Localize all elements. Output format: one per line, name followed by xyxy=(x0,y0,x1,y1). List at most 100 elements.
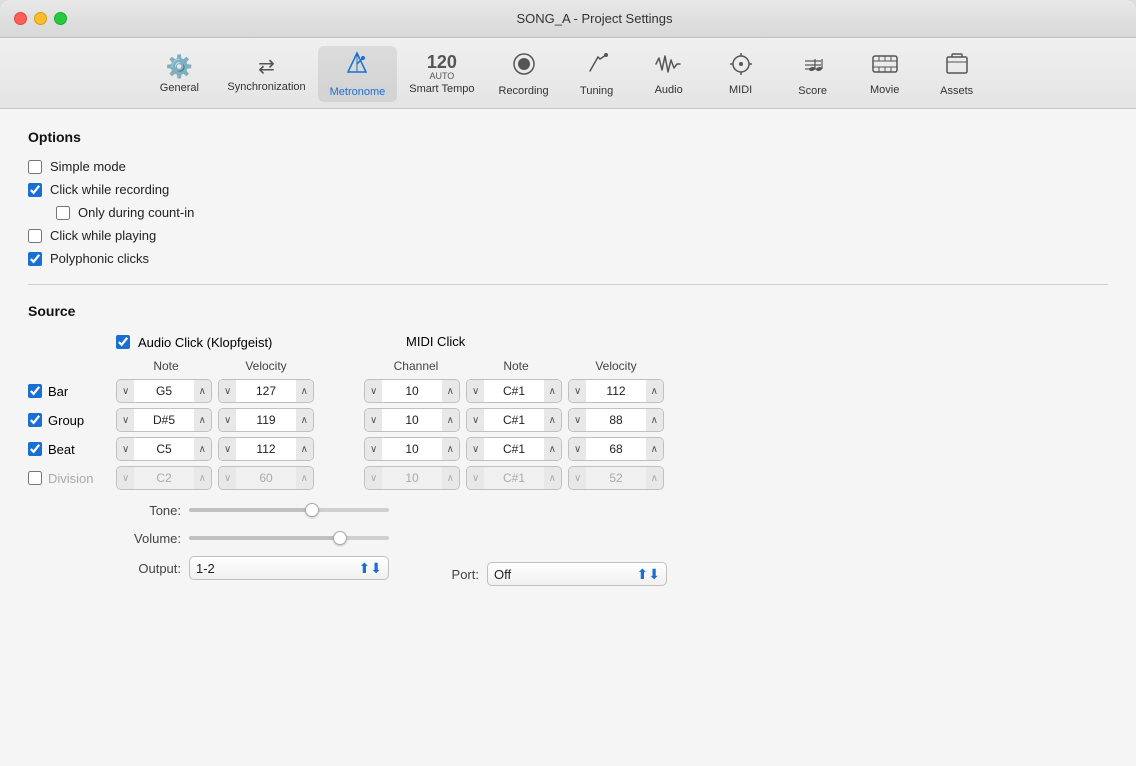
group-channel-down[interactable]: ∨ xyxy=(365,409,382,431)
group-midi-velocity-down[interactable]: ∨ xyxy=(569,409,586,431)
group-note-down[interactable]: ∨ xyxy=(117,409,134,431)
port-label: Port: xyxy=(439,567,479,582)
bar-note-value: G5 xyxy=(134,384,193,398)
division-channel-spinner[interactable]: ∨ 10 ∧ xyxy=(364,466,460,490)
group-row: Group ∨ D#5 ∧ ∨ 119 ∧ ∨ 10 ∧ xyxy=(28,408,1108,432)
group-checkbox[interactable] xyxy=(28,413,42,427)
audio-click-checkbox[interactable] xyxy=(116,335,130,349)
beat-midi-velocity-spinner[interactable]: ∨ 68 ∧ xyxy=(568,437,664,461)
tab-audio[interactable]: Audio xyxy=(633,48,705,100)
tab-movie[interactable]: Movie xyxy=(849,48,921,100)
group-velocity-spinner[interactable]: ∨ 119 ∧ xyxy=(218,408,314,432)
group-note-up[interactable]: ∧ xyxy=(194,409,211,431)
bar-midi-velocity-value: 112 xyxy=(586,384,645,398)
only-during-count-in-checkbox[interactable] xyxy=(56,206,70,220)
division-midi-note-up[interactable]: ∧ xyxy=(544,467,561,489)
beat-channel-spinner[interactable]: ∨ 10 ∧ xyxy=(364,437,460,461)
beat-note-up[interactable]: ∧ xyxy=(194,438,211,460)
group-velocity-value: 119 xyxy=(236,413,295,427)
group-midi-velocity-up[interactable]: ∧ xyxy=(646,409,663,431)
beat-checkbox[interactable] xyxy=(28,442,42,456)
tone-slider[interactable] xyxy=(189,500,389,520)
simple-mode-checkbox[interactable] xyxy=(28,160,42,174)
volume-slider[interactable] xyxy=(189,528,389,548)
beat-velocity-spinner[interactable]: ∨ 112 ∧ xyxy=(218,437,314,461)
tab-tuning[interactable]: Tuning xyxy=(561,47,633,101)
maximize-button[interactable] xyxy=(54,12,67,25)
port-select[interactable]: Off ⬆⬇ xyxy=(487,562,667,586)
bar-channel-spinner[interactable]: ∨ 10 ∧ xyxy=(364,379,460,403)
bar-channel-up[interactable]: ∧ xyxy=(442,380,459,402)
beat-note-down[interactable]: ∨ xyxy=(117,438,134,460)
bar-velocity-spinner[interactable]: ∨ 127 ∧ xyxy=(218,379,314,403)
division-note-spinner[interactable]: ∨ C2 ∧ xyxy=(116,466,212,490)
simple-mode-label: Simple mode xyxy=(50,159,126,174)
click-while-recording-checkbox[interactable] xyxy=(28,183,42,197)
beat-velocity-up[interactable]: ∧ xyxy=(296,438,313,460)
division-velocity-spinner[interactable]: ∨ 60 ∧ xyxy=(218,466,314,490)
beat-channel-down[interactable]: ∨ xyxy=(365,438,382,460)
division-midi-note-spinner[interactable]: ∨ C#1 ∧ xyxy=(466,466,562,490)
tab-score[interactable]: Score xyxy=(777,47,849,101)
click-while-playing-checkbox[interactable] xyxy=(28,229,42,243)
close-button[interactable] xyxy=(14,12,27,25)
polyphonic-clicks-checkbox[interactable] xyxy=(28,252,42,266)
bar-note-up[interactable]: ∧ xyxy=(194,380,211,402)
beat-midi-note-up[interactable]: ∧ xyxy=(544,438,561,460)
division-channel-value: 10 xyxy=(382,471,441,485)
division-checkbox[interactable] xyxy=(28,471,42,485)
bar-note-spinner[interactable]: ∨ G5 ∧ xyxy=(116,379,212,403)
bar-row: Bar ∨ G5 ∧ ∨ 127 ∧ ∨ 10 ∧ xyxy=(28,379,1108,403)
group-midi-note-spinner[interactable]: ∨ C#1 ∧ xyxy=(466,408,562,432)
tab-recording[interactable]: Recording xyxy=(487,47,561,101)
group-velocity-up[interactable]: ∧ xyxy=(296,409,313,431)
beat-note-spinner[interactable]: ∨ C5 ∧ xyxy=(116,437,212,461)
beat-midi-note-spinner[interactable]: ∨ C#1 ∧ xyxy=(466,437,562,461)
division-note-up[interactable]: ∧ xyxy=(194,467,211,489)
bar-checkbox[interactable] xyxy=(28,384,42,398)
beat-midi-velocity-up[interactable]: ∧ xyxy=(646,438,663,460)
beat-label: Beat xyxy=(48,442,75,457)
beat-velocity-down[interactable]: ∨ xyxy=(219,438,236,460)
bar-velocity-up[interactable]: ∧ xyxy=(296,380,313,402)
tab-midi[interactable]: MIDI xyxy=(705,48,777,100)
division-midi-velocity-spinner[interactable]: ∨ 52 ∧ xyxy=(568,466,664,490)
beat-midi-note-down[interactable]: ∨ xyxy=(467,438,484,460)
bar-velocity-down[interactable]: ∨ xyxy=(219,380,236,402)
group-channel-spinner[interactable]: ∨ 10 ∧ xyxy=(364,408,460,432)
group-midi-velocity-spinner[interactable]: ∨ 88 ∧ xyxy=(568,408,664,432)
bar-midi-velocity-down[interactable]: ∨ xyxy=(569,380,586,402)
bar-midi-velocity-up[interactable]: ∧ xyxy=(646,380,663,402)
score-icon xyxy=(800,51,826,83)
division-velocity-down[interactable]: ∨ xyxy=(219,467,236,489)
group-channel-up[interactable]: ∧ xyxy=(442,409,459,431)
bar-midi-velocity-spinner[interactable]: ∨ 112 ∧ xyxy=(568,379,664,403)
tab-metronome[interactable]: Metronome xyxy=(318,46,398,102)
tab-assets[interactable]: Assets xyxy=(921,47,993,101)
bar-channel-down[interactable]: ∨ xyxy=(365,380,382,402)
beat-channel-up[interactable]: ∧ xyxy=(442,438,459,460)
group-midi-note-up[interactable]: ∧ xyxy=(544,409,561,431)
division-midi-velocity-up[interactable]: ∧ xyxy=(646,467,663,489)
tab-synchronization[interactable]: ⇄ Synchronization xyxy=(215,51,317,97)
group-midi-note-down[interactable]: ∨ xyxy=(467,409,484,431)
tab-smart-tempo[interactable]: 120 AUTO Smart Tempo xyxy=(397,49,486,99)
group-note-spinner[interactable]: ∨ D#5 ∧ xyxy=(116,408,212,432)
division-velocity-up[interactable]: ∧ xyxy=(296,467,313,489)
bar-note-down[interactable]: ∨ xyxy=(117,380,134,402)
bar-midi-note-up[interactable]: ∧ xyxy=(544,380,561,402)
output-select[interactable]: 1-2 ⬆⬇ xyxy=(189,556,389,580)
division-midi-velocity-down[interactable]: ∨ xyxy=(569,467,586,489)
bar-midi-note-spinner[interactable]: ∨ C#1 ∧ xyxy=(466,379,562,403)
midi-click-label: MIDI Click xyxy=(406,334,465,349)
division-midi-note-down[interactable]: ∨ xyxy=(467,467,484,489)
division-channel-down[interactable]: ∨ xyxy=(365,467,382,489)
division-note-down[interactable]: ∨ xyxy=(117,467,134,489)
tab-general[interactable]: ⚙️ General xyxy=(143,50,215,98)
tab-midi-label: MIDI xyxy=(729,84,752,96)
division-channel-up[interactable]: ∧ xyxy=(442,467,459,489)
minimize-button[interactable] xyxy=(34,12,47,25)
group-velocity-down[interactable]: ∨ xyxy=(219,409,236,431)
bar-midi-note-down[interactable]: ∨ xyxy=(467,380,484,402)
beat-midi-velocity-down[interactable]: ∨ xyxy=(569,438,586,460)
